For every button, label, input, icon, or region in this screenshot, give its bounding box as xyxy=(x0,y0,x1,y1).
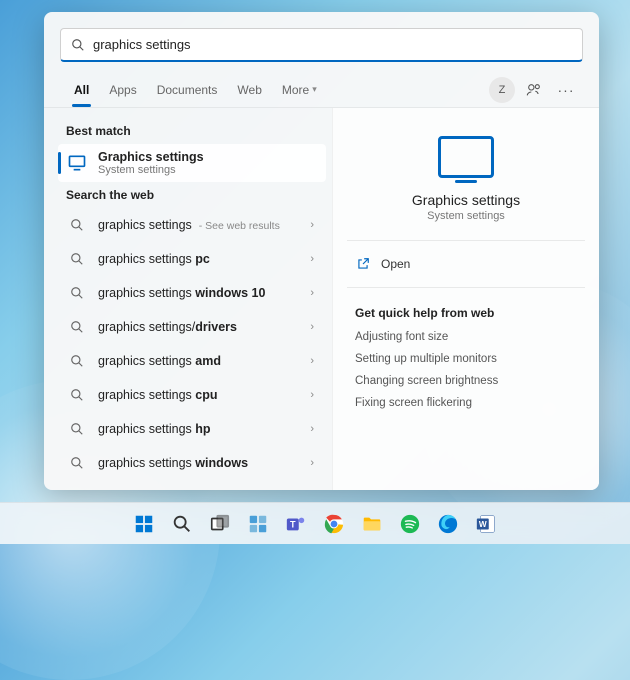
search-icon xyxy=(66,418,88,440)
chevron-right-icon: › xyxy=(306,423,318,435)
chevron-right-icon: › xyxy=(306,287,318,299)
filter-tab-web[interactable]: Web xyxy=(227,72,271,107)
web-result[interactable]: graphics settings pc› xyxy=(58,242,326,276)
quick-help-link[interactable]: Fixing screen flickering xyxy=(351,392,581,414)
user-avatar[interactable]: Z xyxy=(489,77,515,103)
web-result[interactable]: graphics settings windows› xyxy=(58,446,326,480)
chevron-right-icon: › xyxy=(306,389,318,401)
quick-help-link[interactable]: Setting up multiple monitors xyxy=(351,348,581,370)
filter-tabs: All Apps Documents Web More▾ Z ··· xyxy=(44,72,599,108)
spotify-icon[interactable] xyxy=(393,507,427,541)
web-result[interactable]: graphics settings - See web results› xyxy=(58,208,326,242)
search-icon xyxy=(66,248,88,270)
search-icon xyxy=(66,384,88,406)
svg-text:W: W xyxy=(479,519,487,528)
quick-help-link[interactable]: Adjusting font size xyxy=(351,326,581,348)
monitor-icon xyxy=(66,152,88,174)
taskbar: T W xyxy=(0,502,630,544)
chevron-down-icon: ▾ xyxy=(312,84,317,95)
web-result[interactable]: graphics settings cpu› xyxy=(58,378,326,412)
preview-subtitle: System settings xyxy=(351,210,581,222)
edge-icon[interactable] xyxy=(431,507,465,541)
search-bar[interactable] xyxy=(60,28,583,62)
results-list: Best match Graphics settings System sett… xyxy=(44,108,332,490)
filter-tab-all[interactable]: All xyxy=(64,72,99,107)
web-result[interactable]: graphics settings hp› xyxy=(58,412,326,446)
open-action[interactable]: Open xyxy=(351,249,581,279)
file-explorer-icon[interactable] xyxy=(355,507,389,541)
preview-title: Graphics settings xyxy=(351,192,581,208)
web-result[interactable]: graphics settings amd› xyxy=(58,344,326,378)
filter-tab-documents[interactable]: Documents xyxy=(147,72,228,107)
open-icon xyxy=(355,256,371,272)
search-icon xyxy=(66,350,88,372)
filter-tab-more[interactable]: More▾ xyxy=(272,72,327,107)
chevron-right-icon: › xyxy=(306,355,318,367)
chevron-right-icon: › xyxy=(306,219,318,231)
widgets-button[interactable] xyxy=(241,507,275,541)
search-icon xyxy=(66,214,88,236)
search-panel: All Apps Documents Web More▾ Z ··· Best … xyxy=(44,12,599,490)
chrome-icon[interactable] xyxy=(317,507,351,541)
svg-text:T: T xyxy=(290,519,296,529)
best-match-result[interactable]: Graphics settings System settings xyxy=(58,144,326,182)
search-icon xyxy=(66,282,88,304)
start-button[interactable] xyxy=(127,507,161,541)
preview-pane: Graphics settings System settings Open G… xyxy=(332,108,599,490)
feedback-icon[interactable] xyxy=(521,77,547,103)
word-icon[interactable]: W xyxy=(469,507,503,541)
monitor-icon xyxy=(438,136,494,178)
chevron-right-icon: › xyxy=(306,457,318,469)
more-options-icon[interactable]: ··· xyxy=(553,77,579,103)
search-input[interactable] xyxy=(93,37,572,52)
filter-tab-apps[interactable]: Apps xyxy=(99,72,146,107)
search-web-header: Search the web xyxy=(58,182,326,208)
quick-help-link[interactable]: Changing screen brightness xyxy=(351,370,581,392)
taskview-button[interactable] xyxy=(203,507,237,541)
best-match-header: Best match xyxy=(58,118,326,144)
web-result[interactable]: graphics settings windows 10› xyxy=(58,276,326,310)
web-result[interactable]: graphics settings/drivers› xyxy=(58,310,326,344)
search-icon xyxy=(66,316,88,338)
search-icon xyxy=(66,452,88,474)
quick-help-header: Get quick help from web xyxy=(355,306,581,320)
search-icon xyxy=(71,38,85,52)
teams-icon[interactable]: T xyxy=(279,507,313,541)
chevron-right-icon: › xyxy=(306,253,318,265)
chevron-right-icon: › xyxy=(306,321,318,333)
search-button[interactable] xyxy=(165,507,199,541)
